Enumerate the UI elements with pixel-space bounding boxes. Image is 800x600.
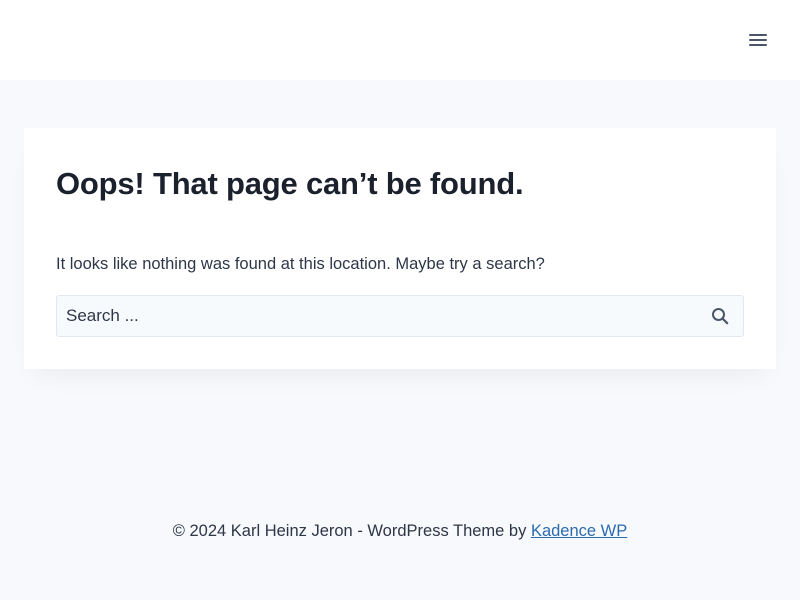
not-found-card: Oops! That page can’t be found. It looks…	[24, 128, 776, 369]
page-title: Oops! That page can’t be found.	[56, 166, 524, 201]
search-icon	[712, 308, 729, 325]
hamburger-menu-icon	[749, 34, 767, 46]
kadence-wp-link[interactable]: Kadence WP	[531, 522, 627, 540]
menu-toggle-button[interactable]	[746, 28, 770, 52]
site-footer: © 2024 Karl Heinz Jeron - WordPress Them…	[0, 522, 800, 541]
footer-copyright: © 2024 Karl Heinz Jeron - WordPress Them…	[172, 522, 531, 540]
search-input[interactable]	[57, 296, 687, 336]
search-form	[56, 295, 744, 337]
search-submit-button[interactable]	[707, 304, 733, 328]
not-found-message: It looks like nothing was found at this …	[56, 255, 545, 273]
site-header	[0, 0, 800, 80]
